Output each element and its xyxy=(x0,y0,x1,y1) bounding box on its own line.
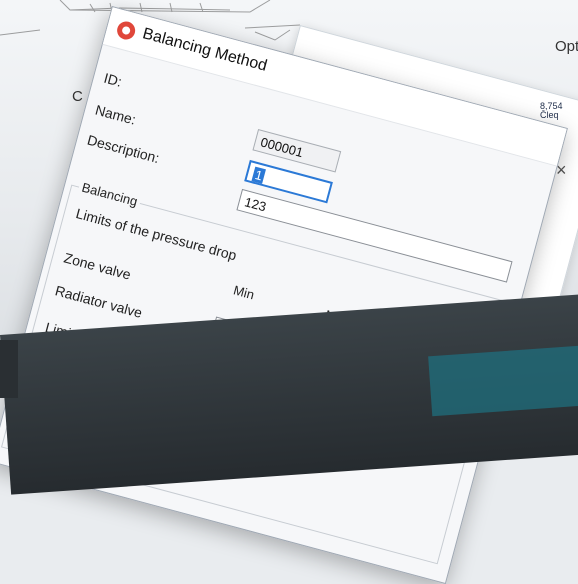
background-partial-letter: C xyxy=(72,88,83,105)
name-label: Name: xyxy=(93,101,138,128)
foreground-left-edge xyxy=(0,340,18,398)
name-value: 1 xyxy=(251,166,267,184)
app-icon xyxy=(115,19,138,42)
background-dimension-unit: C̄leq xyxy=(540,110,559,120)
background-options-label: Opt xyxy=(555,38,578,55)
description-value: 123 xyxy=(242,194,268,215)
id-label: ID: xyxy=(102,69,124,90)
description-label: Description: xyxy=(85,131,162,167)
foreground-teal-object xyxy=(428,343,578,417)
id-value: 000001 xyxy=(259,134,305,161)
